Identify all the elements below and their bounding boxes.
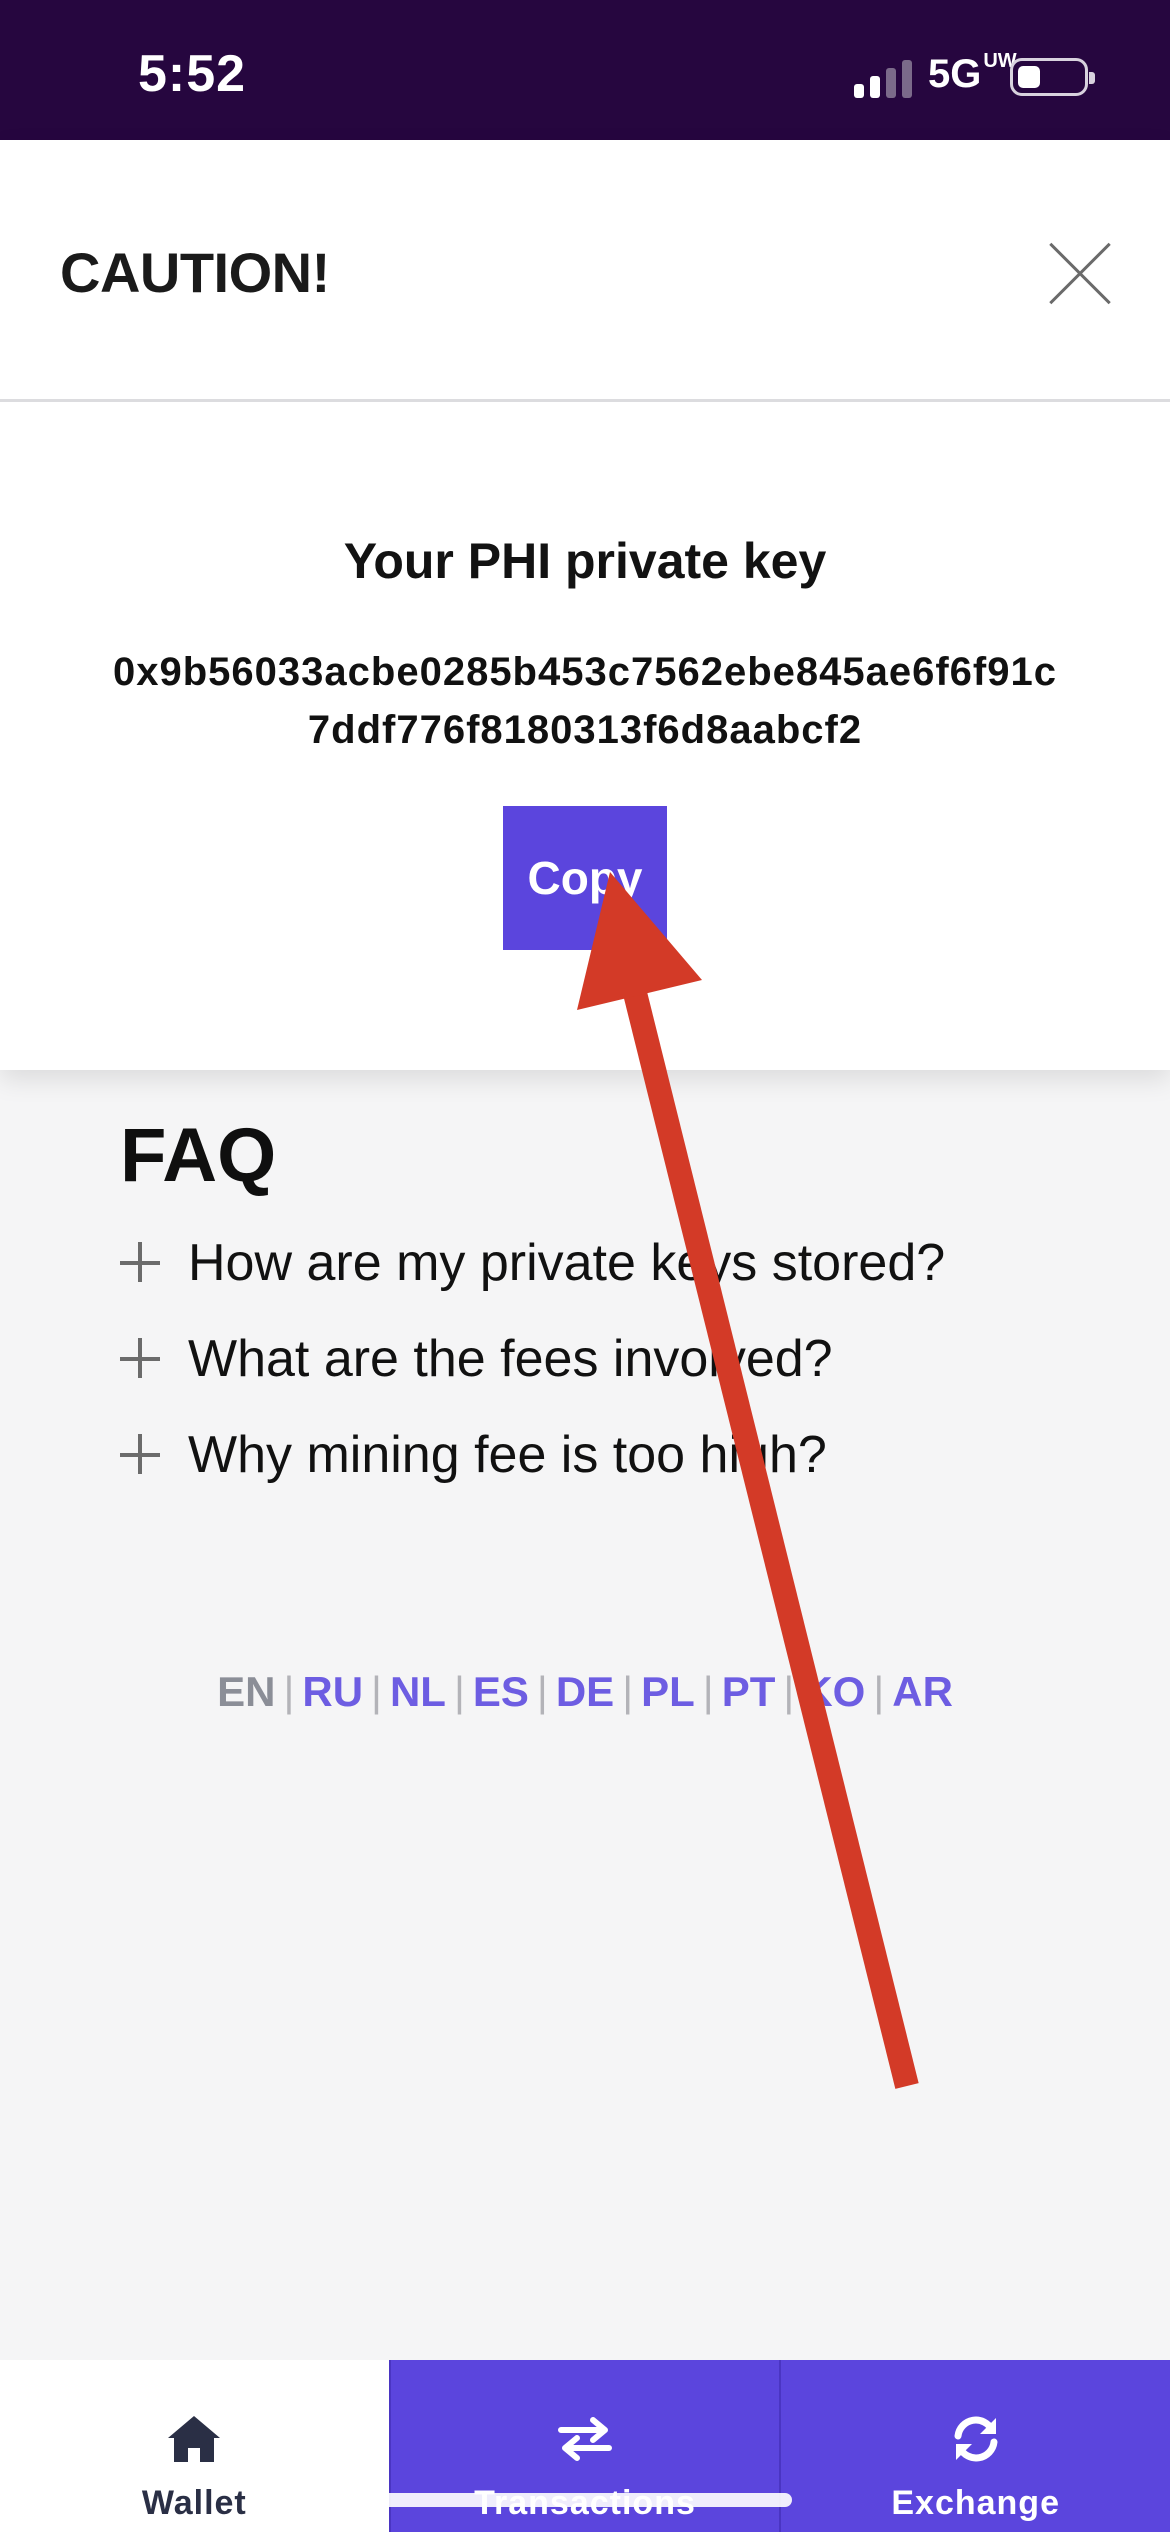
- faq-item[interactable]: What are the fees involved?: [120, 1324, 833, 1394]
- language-link-pt[interactable]: PT: [722, 1668, 776, 1715]
- signal-icon: [854, 58, 918, 98]
- plus-icon: [120, 1338, 162, 1380]
- faq-question: Why mining fee is too high?: [188, 1426, 827, 1484]
- home-indicator: [378, 2493, 792, 2507]
- private-key-heading: Your PHI private key: [343, 533, 827, 589]
- language-link-pl[interactable]: PL: [641, 1668, 695, 1715]
- language-link-nl[interactable]: NL: [390, 1668, 446, 1715]
- modal-header: CAUTION!: [0, 140, 1170, 402]
- tab-label: Wallet: [141, 2484, 247, 2522]
- plus-icon: [120, 1434, 162, 1476]
- battery-icon: [1010, 58, 1095, 96]
- language-switcher: EN | RU | NL | ES | DE | PL | PT | KO | AR: [217, 1668, 953, 1715]
- private-key-line-2: 7ddf776f8180313f6d8aabcf2: [307, 708, 863, 752]
- language-link-es[interactable]: ES: [473, 1668, 529, 1715]
- tab-wallet[interactable]: Wallet: [0, 2360, 389, 2532]
- language-link-ko[interactable]: KO: [802, 1668, 865, 1715]
- tab-label: Exchange: [891, 2484, 1060, 2522]
- network-indicator: 5G UW: [928, 50, 1017, 96]
- status-time: 5:52: [138, 45, 247, 103]
- modal-title: CAUTION!: [60, 241, 330, 304]
- caution-modal: CAUTION! Your PHI private key 0x9b56033a…: [0, 140, 1170, 1070]
- faq-question: What are the fees involved?: [188, 1330, 833, 1388]
- faq-item[interactable]: How are my private keys stored?: [120, 1228, 945, 1298]
- language-link-ru[interactable]: RU: [302, 1668, 363, 1715]
- copy-button[interactable]: Copy: [503, 806, 667, 950]
- refresh-icon: [954, 2416, 998, 2462]
- language-link-en[interactable]: EN: [217, 1668, 275, 1715]
- status-bar: 5:52 5G UW: [0, 0, 1170, 140]
- faq-question: How are my private keys stored?: [188, 1234, 946, 1292]
- language-link-de[interactable]: DE: [556, 1668, 614, 1715]
- tab-exchange[interactable]: Exchange: [779, 2360, 1170, 2532]
- home-icon: [168, 2416, 221, 2462]
- close-icon[interactable]: [1046, 240, 1114, 308]
- transfer-arrows-icon: [558, 2417, 612, 2461]
- plus-icon: [120, 1242, 162, 1284]
- faq-title: FAQ: [120, 1113, 277, 1198]
- faq-item[interactable]: Why mining fee is too high?: [120, 1420, 827, 1490]
- private-key-line-1: 0x9b56033acbe0285b453c7562ebe845ae6f6f91…: [113, 650, 1057, 694]
- language-link-ar[interactable]: AR: [892, 1668, 953, 1715]
